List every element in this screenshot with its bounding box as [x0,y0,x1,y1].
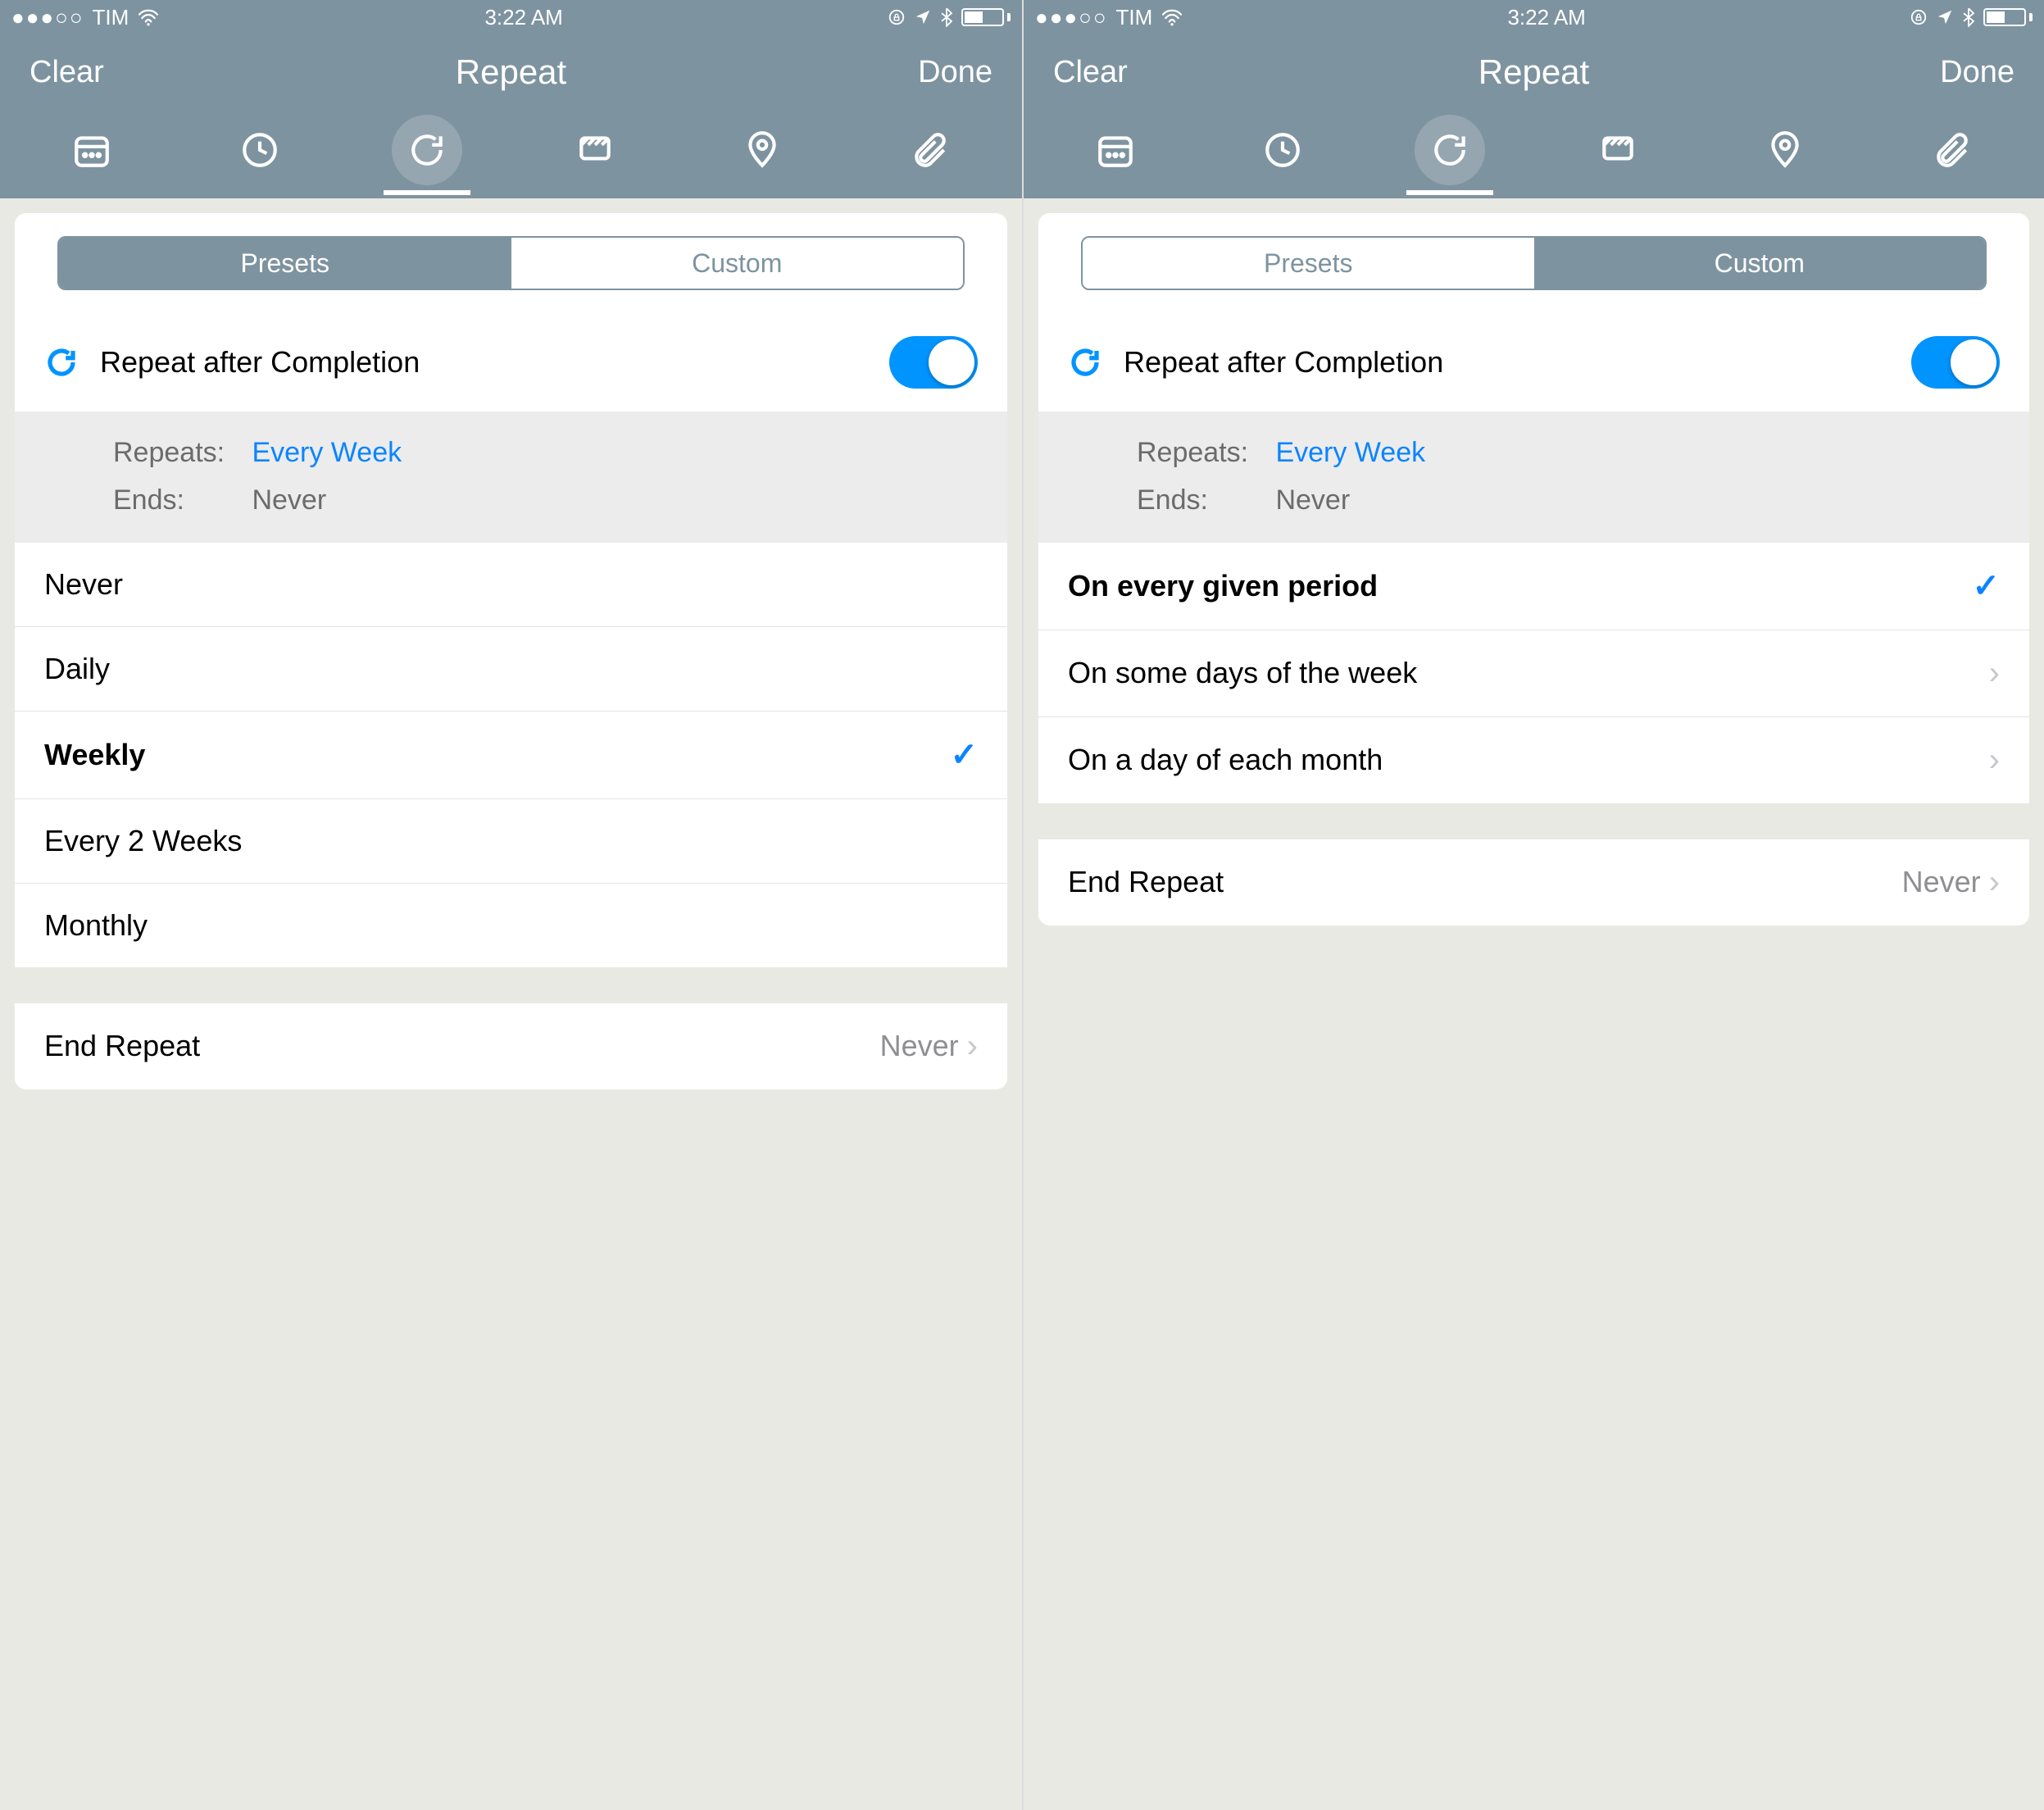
repeat-after-completion-toggle[interactable] [889,336,978,389]
status-bar: ●●●○○ TIM 3:22 AM [0,0,1022,34]
nav-title: Repeat [1478,52,1589,92]
category-tabbar [1024,110,2044,198]
tab-attachment[interactable] [1917,115,1987,185]
segment-custom[interactable]: Custom [511,238,964,289]
orientation-lock-icon [1910,8,1928,26]
end-repeat-value: Never [1902,865,1981,899]
category-tabbar [0,110,1022,198]
screen-custom: ●●●○○ TIM 3:22 AM Clear Repeat Done [1022,0,2044,1810]
done-button[interactable]: Done [918,55,992,90]
end-repeat-value: Never [880,1029,959,1063]
chevron-right-icon: › [1989,655,2000,692]
preset-option[interactable]: Every 2 Weeks [15,799,1007,884]
custom-option-selected[interactable]: On every given period✓ [1038,543,2029,630]
nav-title: Repeat [456,52,566,92]
preset-option-selected[interactable]: Weekly✓ [15,712,1007,799]
checkmark-icon: ✓ [1972,567,2000,605]
tab-calendar[interactable] [1080,115,1151,185]
tab-attachment[interactable] [895,115,965,185]
chevron-right-icon: › [967,1028,978,1065]
signal-dots: ●●●○○ [1035,5,1108,30]
tab-location[interactable] [727,115,797,185]
repeats-label: Repeats: [1137,430,1268,477]
status-time: 3:22 AM [1507,5,1585,30]
tab-location[interactable] [1750,115,1820,185]
preset-option[interactable]: Daily [15,627,1007,712]
status-bar: ●●●○○ TIM 3:22 AM [1024,0,2044,34]
status-time: 3:22 AM [484,5,562,30]
battery-icon [1983,8,2033,26]
tab-flag[interactable] [560,115,630,185]
bluetooth-icon [1962,7,1975,27]
ends-value: Never [1275,484,1350,516]
repeats-label: Repeats: [113,430,244,477]
repeats-value[interactable]: Every Week [1275,437,1425,468]
repeat-after-completion-row: Repeat after Completion [15,313,1007,412]
chevron-right-icon: › [1989,864,2000,901]
location-icon [1936,8,1954,26]
preset-option[interactable]: Monthly [15,884,1007,967]
end-repeat-label: End Repeat [1068,865,1902,899]
repeat-summary: Repeats: Every Week Ends: Never [1038,412,2029,543]
tab-calendar[interactable] [57,115,127,185]
nav-bar: Clear Repeat Done [0,34,1022,110]
segment-custom[interactable]: Custom [1534,238,1986,289]
repeat-icon [1068,345,1102,380]
location-icon [914,8,932,26]
segment-control[interactable]: Presets Custom [57,236,965,290]
carrier-label: TIM [1116,5,1153,30]
custom-option[interactable]: On some days of the week› [1038,630,2029,717]
carrier-label: TIM [93,5,129,30]
ends-value: Never [252,484,326,516]
signal-dots: ●●●○○ [11,5,84,30]
clear-button[interactable]: Clear [1053,55,1128,90]
end-repeat-row[interactable]: End Repeat Never › [15,1003,1007,1089]
repeats-value[interactable]: Every Week [252,437,402,468]
preset-option[interactable]: Never [15,543,1007,627]
tab-clock[interactable] [225,115,295,185]
wifi-icon [137,8,160,26]
repeat-after-completion-toggle[interactable] [1911,336,2000,389]
end-repeat-label: End Repeat [44,1029,880,1063]
tab-repeat[interactable] [392,115,462,185]
end-repeat-row[interactable]: End Repeat Never › [1038,839,2029,925]
segment-presets[interactable]: Presets [1083,238,1534,289]
chevron-right-icon: › [1989,742,2000,779]
clear-button[interactable]: Clear [30,55,104,90]
battery-icon [961,8,1011,26]
repeat-icon [44,345,79,380]
ends-label: Ends: [1137,477,1268,525]
ends-label: Ends: [113,477,244,525]
tab-repeat[interactable] [1415,115,1485,185]
checkmark-icon: ✓ [950,736,978,774]
bluetooth-icon [940,7,953,27]
tab-flag[interactable] [1583,115,1653,185]
repeat-after-completion-row: Repeat after Completion [1038,313,2029,412]
repeat-summary: Repeats: Every Week Ends: Never [15,412,1007,543]
segment-control[interactable]: Presets Custom [1081,236,1987,290]
segment-presets[interactable]: Presets [59,238,511,289]
repeat-after-completion-label: Repeat after Completion [1124,345,1890,380]
presets-list: Never Daily Weekly✓ Every 2 Weeks Monthl… [15,543,1007,967]
repeat-after-completion-label: Repeat after Completion [100,345,868,380]
done-button[interactable]: Done [1940,55,2014,90]
orientation-lock-icon [888,8,906,26]
nav-bar: Clear Repeat Done [1024,34,2044,110]
custom-option[interactable]: On a day of each month› [1038,717,2029,803]
custom-list: On every given period✓ On some days of t… [1038,543,2029,803]
tab-clock[interactable] [1247,115,1318,185]
screen-presets: ●●●○○ TIM 3:22 AM Clear Repeat Done [0,0,1022,1810]
wifi-icon [1161,8,1183,26]
